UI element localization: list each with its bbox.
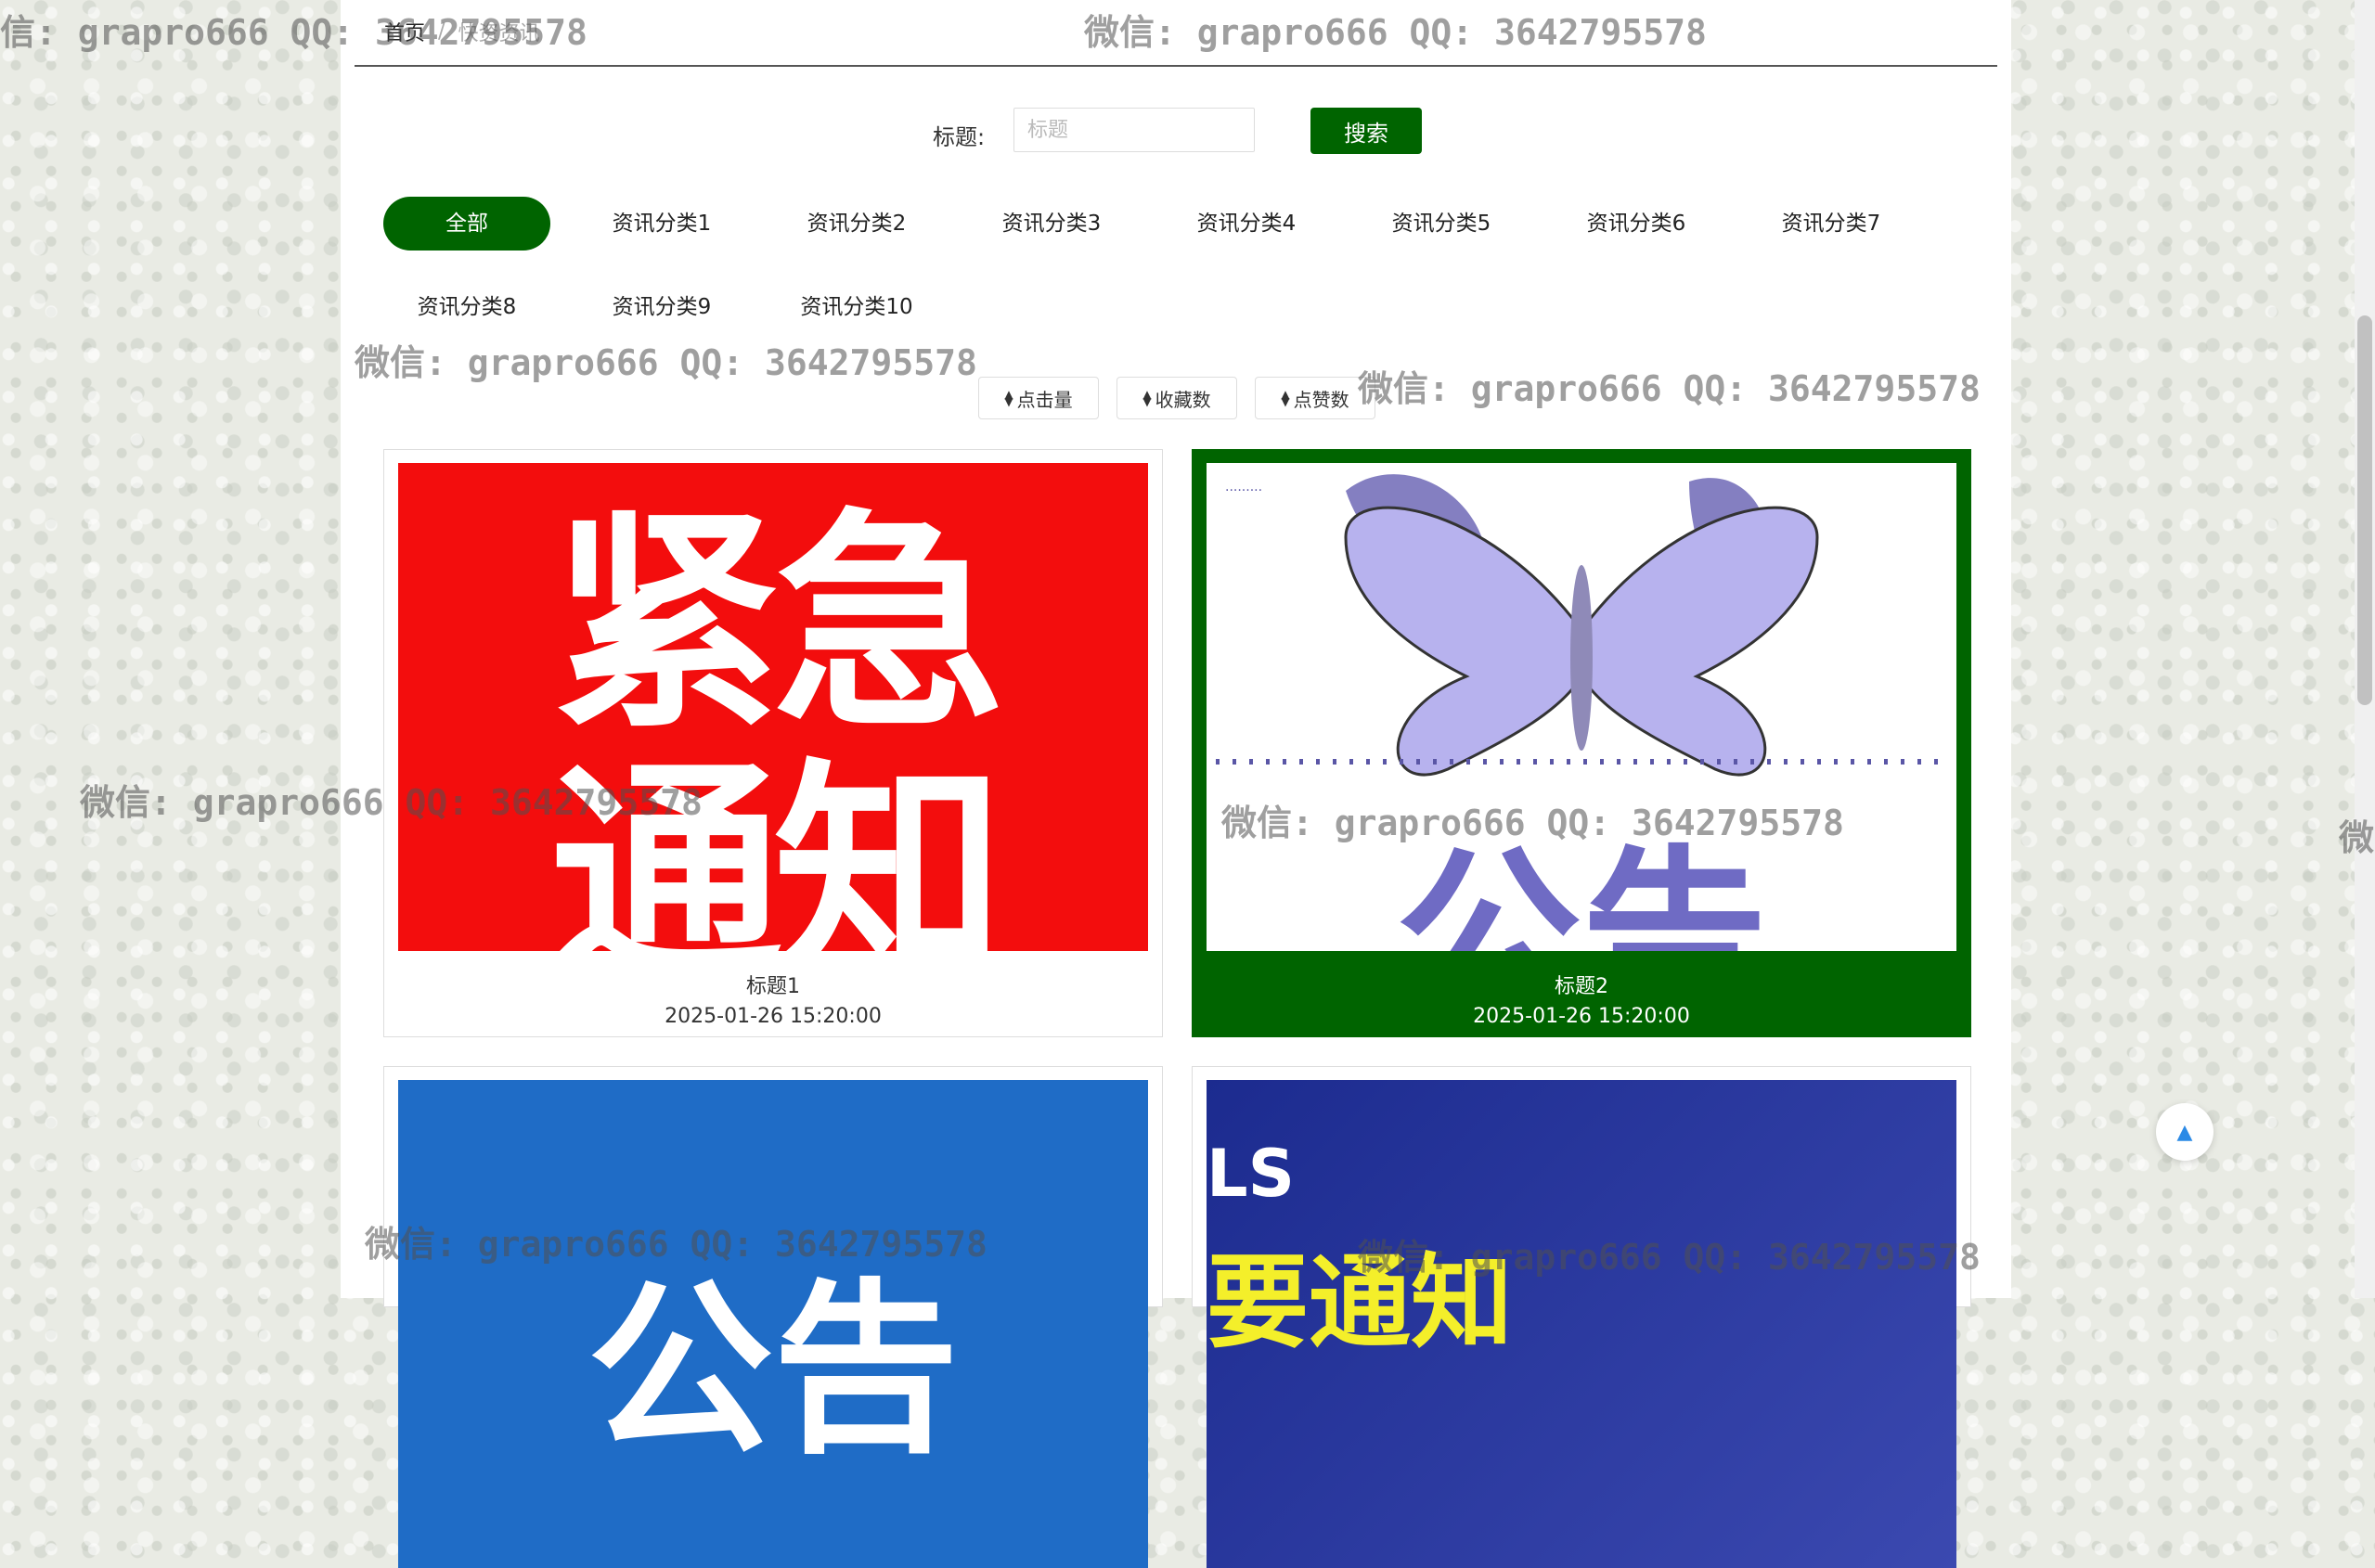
- page-scrollbar[interactable]: [2355, 0, 2375, 1298]
- card-title[interactable]: 标题2: [1207, 970, 1956, 999]
- sort-icon: ▲ ▼: [1004, 388, 1013, 408]
- card-image[interactable]: 紧急 通知: [398, 463, 1148, 951]
- sort-favorites-label: 收藏数: [1155, 388, 1211, 411]
- sort-favorites-button[interactable]: ▲ ▼ 收藏数: [1117, 377, 1237, 419]
- card-date: 2025-01-26 15:20:00: [665, 1005, 882, 1028]
- breadcrumb-home[interactable]: 首页: [384, 17, 425, 46]
- news-card-4[interactable]: LS 要通知: [1192, 1066, 1971, 1568]
- news-card-1[interactable]: 紧急 通知 标题1 2025-01-26 15:20:00: [383, 449, 1163, 1037]
- news-card-2[interactable]: ......... 公告 标题2 2025-01-26 15:20:00: [1192, 449, 1971, 1037]
- category-7[interactable]: 资讯分类7: [1748, 197, 1915, 251]
- category-9[interactable]: 资讯分类9: [578, 280, 745, 334]
- sort-clicks-label: 点击量: [1016, 388, 1073, 411]
- arrow-up-icon: ▲: [2176, 1120, 2193, 1144]
- category-5[interactable]: 资讯分类5: [1358, 197, 1525, 251]
- category-2[interactable]: 资讯分类2: [773, 197, 940, 251]
- card-image[interactable]: LS 要通知: [1207, 1080, 1956, 1568]
- card-image-text: 通知: [550, 739, 1005, 951]
- category-3[interactable]: 资讯分类3: [968, 197, 1135, 251]
- main-panel: 首页 / 快资资讯 标题: 搜索 全部 资讯分类1 资讯分类2 资讯分类3 资讯…: [341, 0, 2011, 1568]
- card-title[interactable]: 标题1: [398, 970, 1148, 999]
- sort-likes-button[interactable]: ▲ ▼ 点赞数: [1255, 377, 1375, 419]
- card-image-text: LS: [1207, 1136, 1296, 1212]
- category-1[interactable]: 资讯分类1: [578, 197, 745, 251]
- sort-icon: ▲ ▼: [1281, 388, 1290, 408]
- category-4[interactable]: 资讯分类4: [1163, 197, 1330, 251]
- sort-likes-label: 点赞数: [1293, 388, 1349, 411]
- card-image[interactable]: 公告: [398, 1080, 1148, 1568]
- card-image-text: 公告: [1396, 829, 1767, 951]
- breadcrumb-divider: [355, 65, 1997, 67]
- category-all[interactable]: 全部: [383, 197, 550, 251]
- search-row: 标题: 搜索: [341, 108, 2011, 156]
- category-8[interactable]: 资讯分类8: [383, 280, 550, 334]
- breadcrumb-current: 快资资讯: [458, 22, 540, 45]
- sort-icon: ▲ ▼: [1142, 388, 1152, 408]
- card-image-text: 公告: [587, 1263, 959, 1479]
- sort-clicks-button[interactable]: ▲ ▼ 点击量: [978, 377, 1099, 419]
- card-image[interactable]: ......... 公告: [1207, 463, 1956, 951]
- scroll-thumb[interactable]: [2357, 315, 2372, 705]
- breadcrumb: 首页 / 快资资讯: [384, 17, 539, 46]
- card-image-text: 要通知: [1207, 1243, 1513, 1362]
- news-card-3[interactable]: 公告: [383, 1066, 1163, 1568]
- search-label: 标题:: [933, 124, 986, 150]
- back-to-top-button[interactable]: ▲: [2156, 1103, 2214, 1161]
- butterfly-illustration: ......... 公告: [1216, 474, 1949, 951]
- search-button[interactable]: 搜索: [1310, 108, 1422, 154]
- category-6[interactable]: 资讯分类6: [1553, 197, 1720, 251]
- category-10[interactable]: 资讯分类10: [773, 280, 940, 334]
- card-date: 2025-01-26 15:20:00: [1473, 1005, 1690, 1028]
- svg-text:.........: .........: [1225, 480, 1262, 495]
- search-input[interactable]: [1013, 108, 1255, 152]
- breadcrumb-separator: /: [438, 19, 445, 44]
